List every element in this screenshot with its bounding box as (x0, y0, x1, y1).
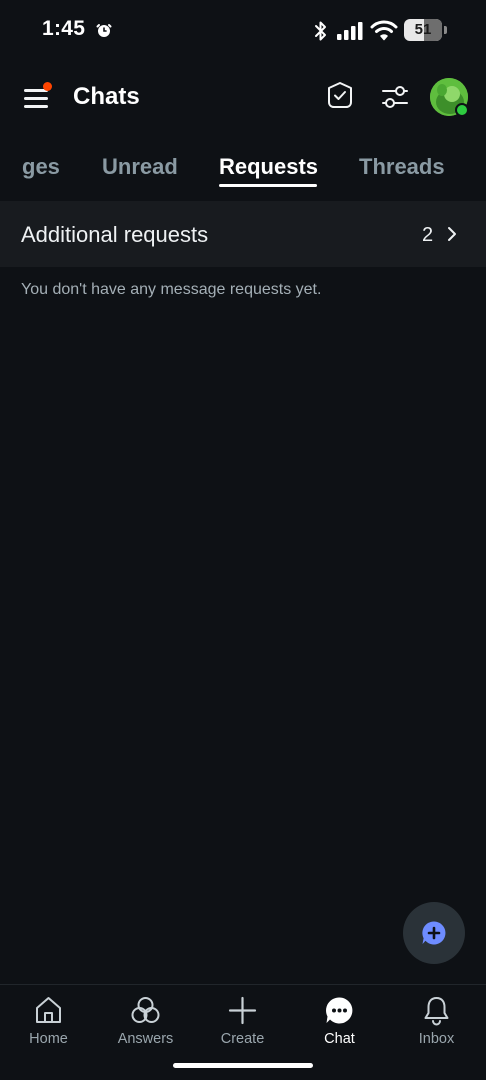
online-status-dot (455, 103, 469, 117)
chevron-right-icon (448, 227, 456, 241)
nav-answers-label: Answers (117, 1031, 174, 1047)
new-chat-button[interactable] (403, 902, 465, 964)
cellular-signal-icon (337, 22, 363, 40)
active-tab-indicator (219, 184, 317, 187)
mod-shield-icon[interactable] (325, 80, 355, 112)
nav-home[interactable]: Home (0, 985, 97, 1057)
tab-threads[interactable]: Threads (359, 154, 445, 180)
requests-count: 2 (422, 224, 434, 246)
chat-tabs: ges Unread Requests Threads (0, 140, 486, 192)
status-time: 1:45 (42, 17, 86, 40)
menu-button[interactable] (22, 82, 52, 112)
plus-icon (228, 996, 257, 1025)
status-bar: 1:45 51 (0, 0, 486, 60)
bluetooth-icon (315, 21, 326, 41)
home-icon (36, 997, 61, 1023)
tab-messages[interactable]: ges (22, 154, 60, 180)
wifi-icon (370, 20, 398, 41)
page-title: Chats (73, 83, 140, 110)
app-header: Chats (0, 70, 486, 126)
tab-requests[interactable]: Requests (219, 154, 318, 180)
battery-indicator: 51 (404, 19, 447, 41)
nav-create[interactable]: Create (194, 985, 291, 1057)
tab-unread[interactable]: Unread (102, 154, 178, 180)
nav-chat[interactable]: Chat (291, 985, 388, 1057)
nav-create-label: Create (220, 1031, 265, 1047)
bottom-navigation: Home Answers Create Chat Inbox (0, 984, 486, 1080)
alarm-clock-icon (96, 24, 112, 37)
answers-icon (131, 997, 160, 1023)
notification-dot (43, 82, 52, 91)
new-chat-icon (422, 921, 446, 945)
nav-inbox[interactable]: Inbox (388, 985, 485, 1057)
nav-answers[interactable]: Answers (97, 985, 194, 1057)
nav-home-label: Home (29, 1031, 68, 1047)
additional-requests-row[interactable]: Additional requests 2 (0, 201, 486, 267)
bell-icon (424, 997, 449, 1026)
home-indicator[interactable] (173, 1063, 313, 1068)
filter-settings-icon[interactable] (380, 82, 410, 112)
battery-level: 51 (414, 21, 432, 38)
empty-state-message: You don't have any message requests yet. (21, 281, 322, 298)
additional-requests-label: Additional requests (21, 222, 209, 247)
chat-icon (326, 997, 353, 1024)
nav-inbox-label: Inbox (418, 1031, 455, 1047)
nav-chat-label: Chat (324, 1031, 355, 1047)
